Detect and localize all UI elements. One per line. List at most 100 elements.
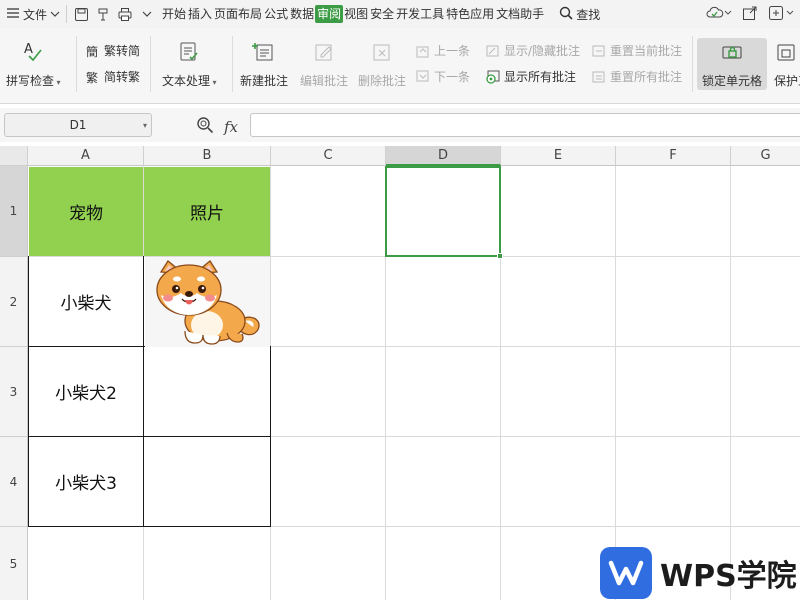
more-options-icon[interactable]: [768, 5, 794, 24]
tab-special[interactable]: 特色应用: [445, 5, 495, 23]
lock-icon: [720, 40, 744, 64]
show-hide-comment-button[interactable]: 显示/隐藏批注: [486, 42, 580, 59]
cell-b3-border: [143, 346, 271, 437]
edit-comment-icon: [312, 40, 336, 64]
tab-security[interactable]: 安全: [369, 5, 395, 23]
show-all-comments-button[interactable]: 显示所有批注: [486, 68, 576, 85]
cell-a4-border: [28, 436, 144, 527]
zoom-search-icon[interactable]: [196, 116, 214, 137]
fx-icon[interactable]: fx: [224, 118, 238, 136]
row-header-5[interactable]: 5: [0, 527, 28, 600]
cloud-sync-icon[interactable]: [706, 6, 732, 23]
formula-input[interactable]: [250, 113, 800, 137]
save-icon[interactable]: [73, 6, 89, 22]
shiba-dog-image[interactable]: [145, 257, 270, 347]
tab-page-layout[interactable]: 页面布局: [213, 5, 263, 23]
show-hide-comment-icon: [486, 44, 500, 58]
file-menu[interactable]: 文件: [23, 6, 47, 23]
search-label: 查找: [576, 7, 601, 22]
wps-spreadsheet-window: 文件 开始 插入 页面布局 公式 数据 审阅 视图 安全 开发工具 特色应用 文…: [0, 0, 800, 600]
wps-academy-watermark: WPS学院: [600, 547, 797, 599]
delete-comment-button[interactable]: 删除批注: [358, 40, 406, 89]
ribbon-tabs: 开始 插入 页面布局 公式 数据 审阅 视图 安全 开发工具 特色应用 文档助手: [161, 5, 545, 23]
chevron-down-icon[interactable]: [50, 7, 60, 21]
column-header-f[interactable]: F: [616, 146, 731, 166]
spell-check-label: 拼写检查: [6, 74, 55, 88]
next-comment-label: 下一条: [434, 70, 471, 84]
simp-to-trad-button[interactable]: 繁 简转繁: [86, 68, 140, 85]
row-header-2[interactable]: 2: [0, 257, 28, 347]
cell-b4-border: [143, 436, 271, 527]
edit-comment-label: 编辑批注: [300, 74, 349, 88]
column-header-c[interactable]: C: [271, 146, 386, 166]
row-header-1[interactable]: 1: [0, 166, 28, 257]
simp-to-trad-icon: 繁: [86, 70, 100, 84]
svg-text:A: A: [24, 42, 33, 57]
column-header-g[interactable]: G: [731, 146, 800, 166]
fill-handle[interactable]: [497, 253, 503, 259]
name-box[interactable]: D1 ▾: [4, 113, 152, 137]
search-box[interactable]: 查找: [559, 6, 600, 23]
show-all-comments-icon: [486, 70, 500, 84]
protect-icon: [774, 40, 798, 64]
show-hide-comment-label: 显示/隐藏批注: [504, 44, 581, 58]
row-header-4[interactable]: 4: [0, 437, 28, 527]
select-all-corner[interactable]: [0, 146, 28, 166]
text-process-button[interactable]: 文本处理 ▾: [162, 40, 217, 89]
tab-formulas[interactable]: 公式: [263, 5, 289, 23]
trad-to-simp-icon: 簡: [86, 44, 100, 58]
svg-text:繁: 繁: [86, 70, 98, 84]
reset-all-comments-icon: [592, 70, 606, 84]
more-dropdown-icon[interactable]: [139, 6, 155, 22]
next-comment-icon: [416, 70, 430, 84]
menu-bar: 文件 开始 插入 页面布局 公式 数据 审阅 视图 安全 开发工具 特色应用 文…: [0, 0, 800, 28]
name-box-value: D1: [69, 118, 87, 132]
tab-doc-assistant[interactable]: 文档助手: [495, 5, 545, 23]
new-comment-label: 新建批注: [240, 74, 289, 88]
reset-current-comment-icon: [592, 44, 606, 58]
cell-b1[interactable]: 照片: [144, 167, 270, 256]
edit-comment-button[interactable]: 编辑批注: [300, 40, 348, 89]
share-icon[interactable]: [742, 5, 758, 24]
text-process-icon: [177, 40, 201, 64]
tab-data[interactable]: 数据: [289, 5, 315, 23]
formula-bar: D1 ▾ fx: [0, 108, 800, 142]
cell-a3-border: [28, 346, 144, 437]
watermark-text: WPS学院: [660, 559, 797, 594]
name-box-dropdown-icon[interactable]: ▾: [143, 121, 147, 130]
trad-to-simp-button[interactable]: 簡 繁转简: [86, 42, 140, 59]
lock-cell-label: 锁定单元格: [702, 74, 763, 88]
row-header-3[interactable]: 3: [0, 347, 28, 437]
cell-a2-border: [28, 256, 144, 347]
protect-label: 保护工: [774, 74, 800, 88]
simp-to-trad-label: 简转繁: [104, 70, 141, 84]
tab-home[interactable]: 开始: [161, 5, 187, 23]
search-icon: [559, 6, 573, 23]
tab-insert[interactable]: 插入: [187, 5, 213, 23]
column-header-d[interactable]: D: [386, 146, 501, 166]
spell-check-button[interactable]: A 拼写检查 ▾: [6, 40, 61, 89]
column-header-e[interactable]: E: [501, 146, 616, 166]
new-comment-icon: [252, 40, 276, 64]
reset-all-comments-label: 重置所有批注: [610, 70, 683, 84]
column-header-b[interactable]: B: [144, 146, 271, 166]
lock-cell-button[interactable]: 锁定单元格: [702, 40, 762, 89]
spell-check-icon: A: [21, 40, 45, 64]
reset-all-comments-button[interactable]: 重置所有批注: [592, 68, 682, 85]
column-header-a[interactable]: A: [28, 146, 144, 166]
tab-review[interactable]: 审阅: [315, 5, 344, 23]
format-painter-icon[interactable]: [95, 6, 111, 22]
prev-comment-button[interactable]: 上一条: [416, 42, 470, 59]
print-icon[interactable]: [117, 6, 133, 22]
tab-view[interactable]: 视图: [343, 5, 369, 23]
window-actions: [706, 0, 794, 28]
cell-a1[interactable]: 宠物: [29, 167, 143, 256]
hamburger-menu-icon[interactable]: [6, 7, 20, 22]
text-process-label: 文本处理: [162, 74, 211, 88]
protect-button[interactable]: 保护工: [774, 40, 800, 89]
tab-developer[interactable]: 开发工具: [395, 5, 445, 23]
active-cell-d1[interactable]: [385, 166, 503, 259]
next-comment-button[interactable]: 下一条: [416, 68, 470, 85]
new-comment-button[interactable]: 新建批注: [240, 40, 288, 89]
reset-current-comment-button[interactable]: 重置当前批注: [592, 42, 682, 59]
